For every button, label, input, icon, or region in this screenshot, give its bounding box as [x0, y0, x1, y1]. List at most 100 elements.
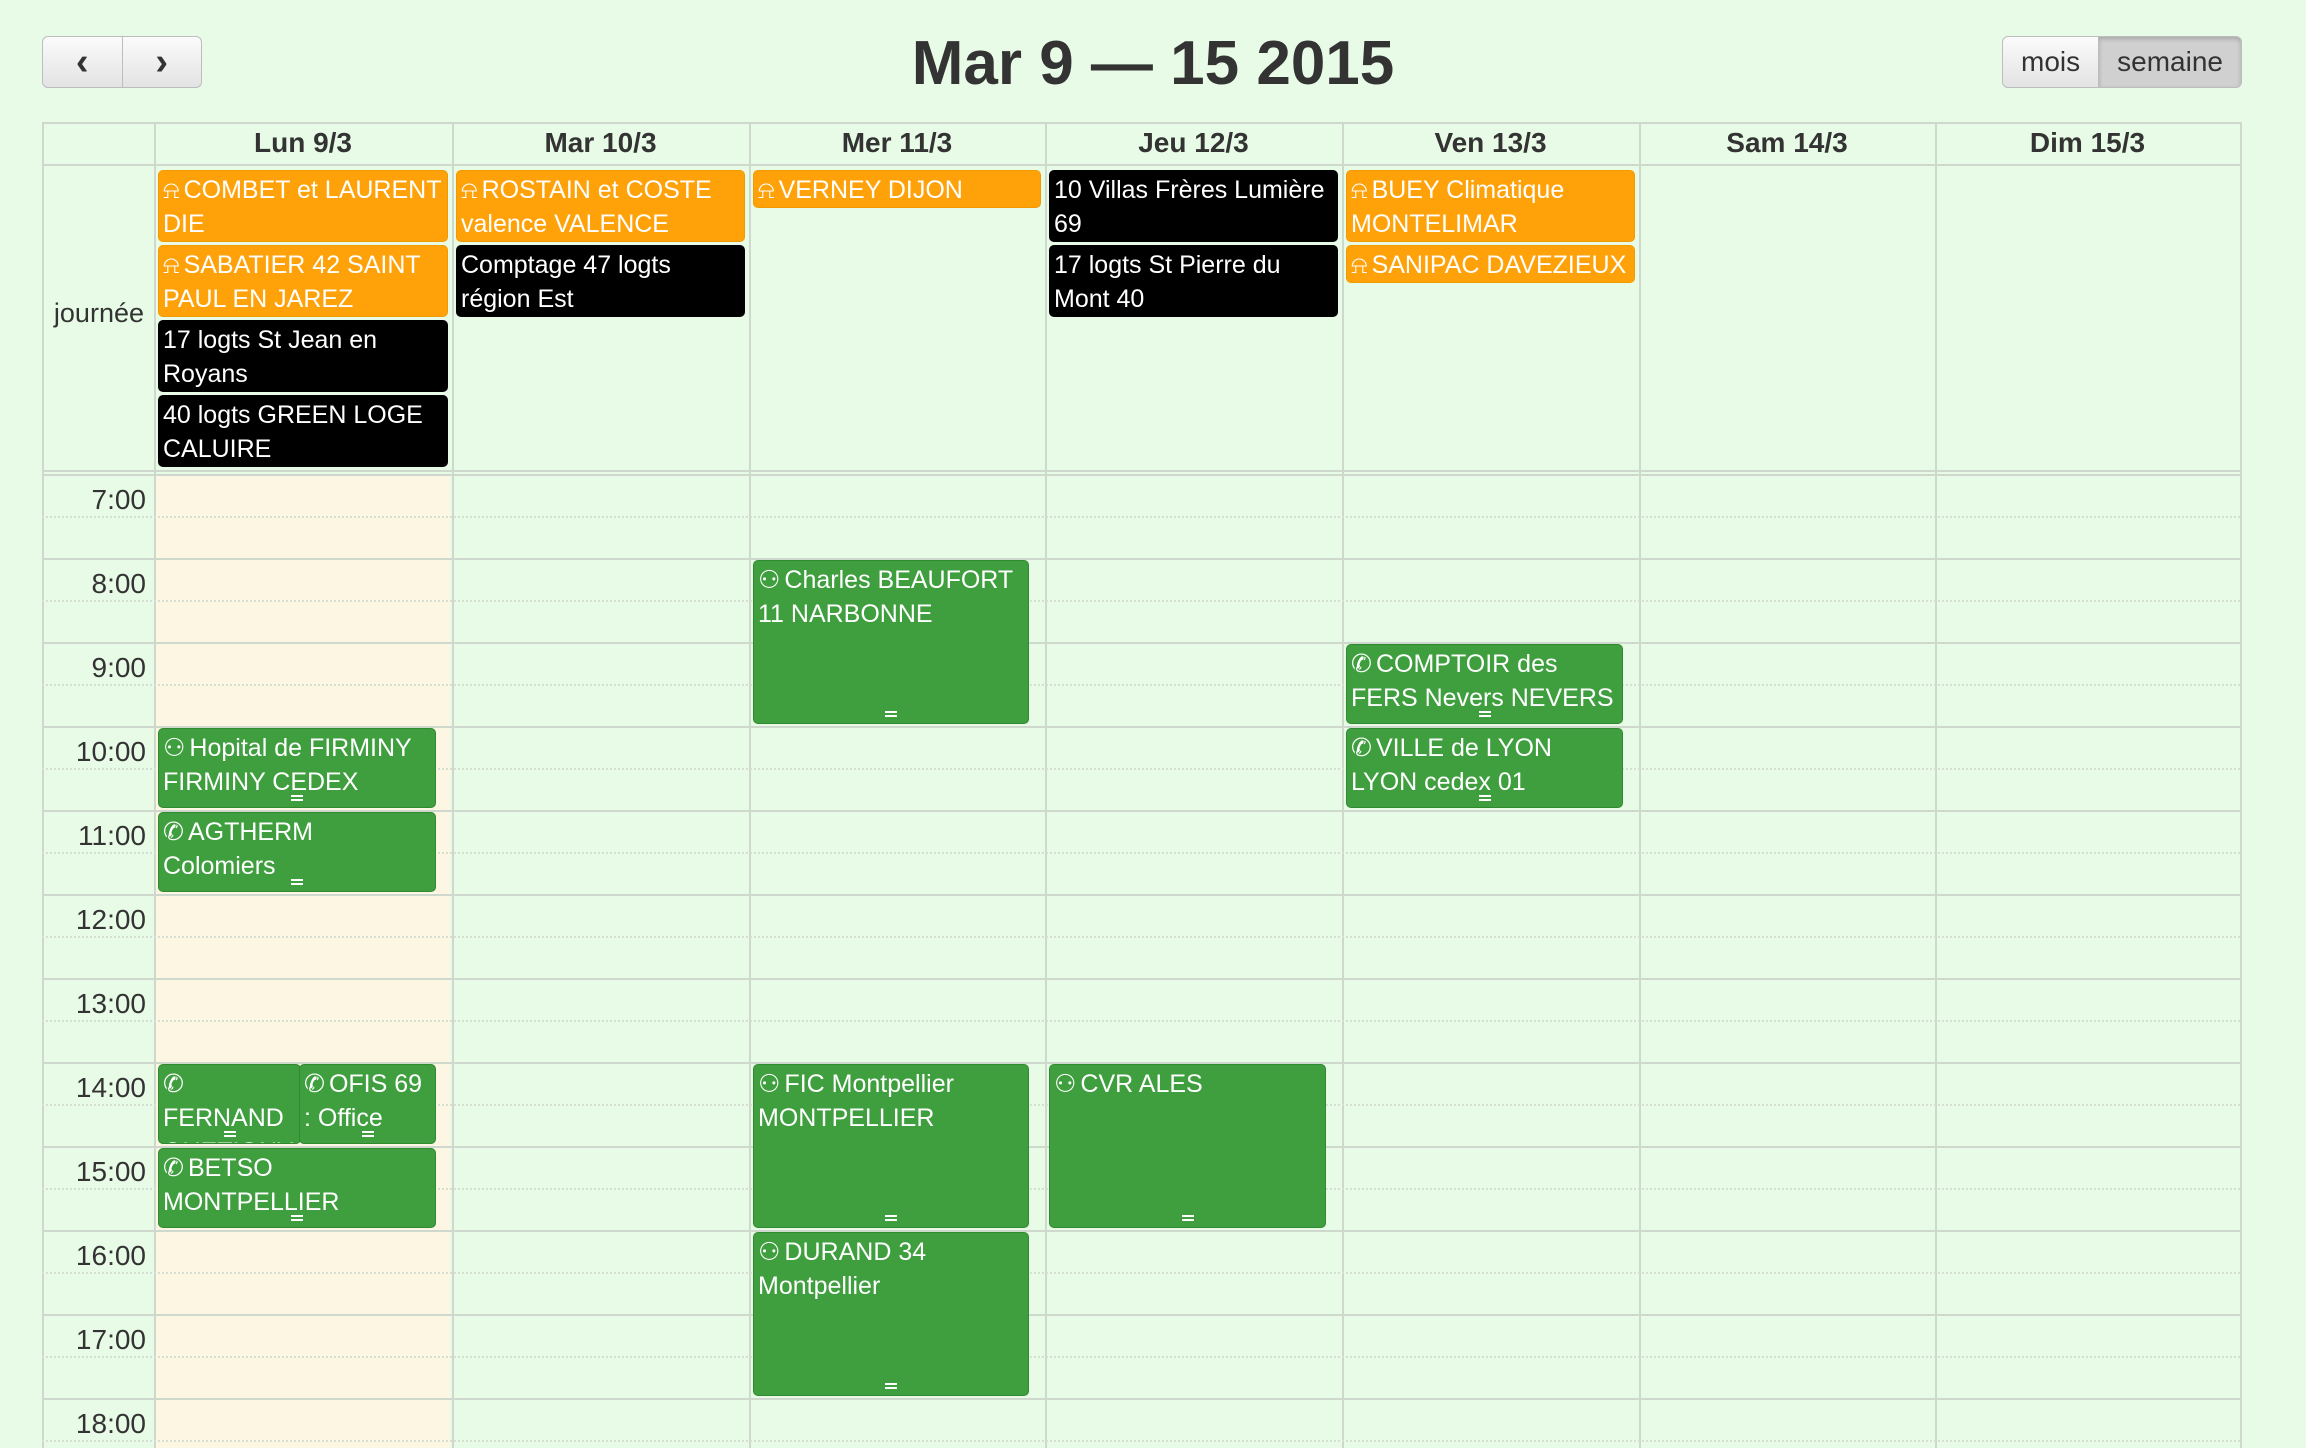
today-column-highlight	[154, 474, 450, 1448]
day-header: Mar 10/3	[544, 127, 657, 158]
event-title: FERNAND QUETIGNY	[163, 1104, 294, 1143]
timed-event[interactable]: ✆ BETSO MONTPELLIER	[158, 1148, 436, 1228]
column-divider	[452, 122, 454, 1448]
phone-icon: ✆	[1351, 650, 1372, 678]
event-title: DURAND 34 Montpellier	[758, 1238, 927, 1300]
allday-event[interactable]: ⍾ SANIPAC DAVEZIEUX	[1346, 245, 1635, 283]
resize-handle[interactable]	[1181, 1215, 1194, 1221]
event-title: Comptage 47 logts région Est	[461, 251, 671, 313]
half-hour-line	[42, 684, 2240, 686]
event-title: FIC Montpellier MONTPELLIER	[758, 1070, 954, 1132]
event-title: SANIPAC DAVEZIEUX	[1371, 251, 1627, 279]
event-title: Charles BEAUFORT 11 NARBONNE	[758, 566, 1013, 628]
timed-event[interactable]: ✆ COMPTOIR des FERS Nevers NEVERS	[1346, 644, 1623, 724]
timed-event[interactable]: ✆ AGTHERM Colomiers	[158, 812, 436, 892]
timed-event[interactable]: ⚇ Charles BEAUFORT 11 NARBONNE	[753, 560, 1029, 724]
hour-line	[42, 1314, 2240, 1316]
column-divider	[1639, 122, 1641, 1448]
allday-event[interactable]: 17 logts St Pierre du Mont 40	[1049, 245, 1338, 317]
timed-event[interactable]: ⚇ DURAND 34 Montpellier	[753, 1232, 1029, 1396]
event-title: 10 Villas Frères Lumière 69	[1054, 176, 1325, 238]
week-calendar: journée Lun 9/3 Mar 10/3 Mer 11/3 Jeu 12/3 V…	[42, 122, 2242, 1448]
bell-icon: ⍾	[1351, 176, 1368, 204]
allday-event[interactable]: ⍾ COMBET et LAURENT DIE	[158, 170, 448, 242]
day-header: Ven 13/3	[1434, 127, 1547, 158]
phone-icon: ✆	[304, 1070, 325, 1098]
users-icon: ⚇	[1054, 1070, 1077, 1098]
resize-handle[interactable]	[885, 1215, 897, 1221]
resize-handle[interactable]	[291, 1215, 303, 1221]
half-hour-line	[42, 1272, 2240, 1274]
day-header: Dim 15/3	[2029, 127, 2146, 158]
half-hour-line	[42, 1356, 2240, 1358]
allday-event[interactable]: ⍾ ROSTAIN et COSTE valence VALENCE	[456, 170, 745, 242]
phone-icon: ✆	[1351, 734, 1372, 762]
event-title: AGTHERM Colomiers	[163, 818, 313, 880]
allday-event[interactable]: ⍾ SABATIER 42 SAINT PAUL EN JAREZ	[158, 245, 448, 317]
time-label: 15:00	[75, 1156, 146, 1187]
allday-event[interactable]: 10 Villas Frères Lumière 69	[1049, 170, 1338, 242]
event-title: 40 logts GREEN LOGE CALUIRE	[163, 401, 423, 463]
allday-event[interactable]: 40 logts GREEN LOGE CALUIRE	[158, 395, 448, 467]
event-title: 17 logts St Pierre du Mont 40	[1054, 251, 1281, 313]
column-divider	[749, 122, 751, 1448]
hour-line	[42, 978, 2240, 980]
time-label: 11:00	[78, 820, 146, 851]
column-divider	[2240, 122, 2242, 1448]
day-header: Lun 9/3	[253, 127, 352, 158]
resize-handle[interactable]	[291, 879, 303, 885]
resize-handle[interactable]	[885, 711, 897, 717]
hour-line	[42, 1398, 2240, 1400]
timed-event[interactable]: ✆ OFIS 69 : Office	[299, 1064, 436, 1144]
timed-event[interactable]: ✆ FERNAND QUETIGNY	[158, 1064, 301, 1144]
bell-icon: ⍾	[163, 176, 180, 204]
view-month-button[interactable]: mois	[2002, 36, 2100, 88]
timed-event[interactable]: ⚇ CVR ALES	[1049, 1064, 1326, 1228]
allday-label: journée	[53, 298, 144, 328]
users-icon: ⚇	[758, 1070, 781, 1098]
resize-handle[interactable]	[223, 1131, 236, 1137]
phone-icon: ✆	[163, 1154, 184, 1182]
row-divider	[42, 470, 2240, 472]
hour-line	[42, 894, 2240, 896]
timed-event[interactable]: ⚇ FIC Montpellier MONTPELLIER	[753, 1064, 1029, 1228]
resize-handle[interactable]	[291, 795, 303, 801]
bell-icon: ⍾	[1351, 251, 1368, 279]
resize-handle[interactable]	[1478, 711, 1491, 717]
resize-handle[interactable]	[361, 1131, 374, 1137]
users-icon: ⚇	[758, 1238, 781, 1266]
bell-icon: ⍾	[758, 176, 775, 204]
allday-event[interactable]: ⍾VERNEY DIJON cedex	[753, 170, 1041, 208]
day-header: Mer 11/3	[841, 127, 953, 158]
resize-handle[interactable]	[1478, 795, 1491, 801]
column-divider	[154, 122, 156, 1448]
calendar-title: Mar 9 — 15 2015	[911, 29, 1395, 98]
event-title: COMPTOIR des FERS Nevers NEVERS	[1351, 650, 1614, 712]
event-title: 17 logts St Jean en Royans	[163, 326, 378, 388]
timed-event[interactable]: ✆ VILLE de LYON LYON cedex 01	[1346, 728, 1623, 808]
event-title: ROSTAIN et COSTE valence VALENCE	[461, 176, 712, 238]
view-week-button[interactable]: semaine	[2099, 36, 2242, 88]
half-hour-line	[42, 936, 2240, 938]
event-title: BETSO MONTPELLIER	[163, 1154, 340, 1216]
time-label: 7:00	[91, 484, 147, 515]
users-icon: ⚇	[758, 566, 781, 594]
column-divider	[1935, 122, 1937, 1448]
time-label: 18:00	[75, 1408, 146, 1439]
hour-line	[42, 558, 2240, 560]
timed-event[interactable]: ⚇ Hopital de FIRMINY FIRMINY CEDEX	[158, 728, 436, 808]
event-title: VILLE de LYON LYON cedex 01	[1351, 734, 1552, 796]
half-hour-line	[42, 1440, 2240, 1442]
phone-icon: ✆	[163, 1070, 184, 1098]
allday-event[interactable]: Comptage 47 logts région Est	[456, 245, 745, 317]
phone-icon: ✆	[163, 818, 184, 846]
time-label: 12:00	[75, 904, 146, 935]
resize-handle[interactable]	[885, 1383, 897, 1389]
allday-event[interactable]: ⍾ BUEY Climatique MONTELIMAR	[1346, 170, 1635, 242]
event-title: BUEY Climatique MONTELIMAR	[1351, 176, 1565, 238]
column-divider	[1342, 122, 1344, 1448]
event-title: Hopital de FIRMINY FIRMINY CEDEX	[163, 734, 412, 796]
allday-event[interactable]: 17 logts St Jean en Royans	[158, 320, 448, 392]
time-label: 17:00	[75, 1324, 146, 1355]
half-hour-line	[42, 600, 2240, 602]
